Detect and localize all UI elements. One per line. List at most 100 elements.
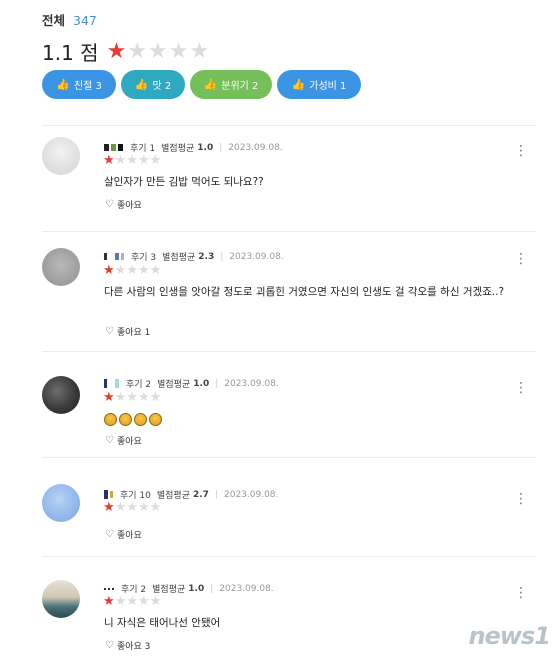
total-label: 전체 (42, 13, 66, 28)
total-count[interactable]: 347 (73, 13, 97, 28)
review-stars: ★ ★ ★ ★ ★ (103, 501, 161, 514)
star-icon: ★ (126, 390, 138, 405)
average-value: 1.0 (188, 583, 205, 594)
nickname-blurred[interactable] (104, 144, 123, 151)
star-icon: ★ (127, 38, 148, 64)
avatar[interactable] (42, 137, 80, 175)
thumbs-up-icon: 👍 (291, 78, 306, 91)
like-label: 좋아요 3 (116, 642, 151, 652)
review-item: 후기 10 별점평균 2.7 | 2023.09.08. ★ ★ ★ ★ ★ ♡ 좋아요… (42, 457, 536, 556)
star-icon: ★ (126, 263, 138, 278)
chip-atmosphere[interactable]: 👍 분위기 2 (190, 70, 272, 99)
chip-taste[interactable]: 👍 맛 2 (121, 70, 185, 99)
divider: | (210, 583, 214, 594)
review-date: 2023.09.08. (228, 142, 283, 153)
like-button[interactable]: ♡ 좋아요 (105, 434, 142, 447)
more-options-icon[interactable]: ⋮ (514, 144, 528, 158)
heart-icon: ♡ (105, 199, 114, 210)
star-icon: ★ (114, 153, 127, 168)
divider: | (220, 251, 224, 262)
star-icon: ★ (126, 153, 138, 168)
avatar[interactable] (42, 376, 80, 414)
divider: | (219, 142, 223, 153)
review-count: 후기 2 (126, 380, 152, 390)
star-icon: ★ (137, 594, 150, 609)
average-value: 1.0 (193, 378, 210, 389)
chip-label: 맛 2 (152, 81, 172, 92)
like-label: 좋아요 (116, 437, 142, 447)
heart-icon: ♡ (105, 326, 114, 337)
star-icon: ★ (103, 263, 115, 278)
nickname-blurred[interactable] (104, 379, 119, 388)
total-row: 전체 347 (42, 10, 209, 29)
average-value: 2.3 (198, 251, 215, 262)
review-stars: ★ ★ ★ ★ ★ (103, 595, 161, 608)
keyword-chips: 👍 친절 3 👍 맛 2 👍 분위기 2 👍 가성비 1 (42, 70, 361, 99)
divider: | (215, 378, 219, 389)
star-icon: ★ (137, 500, 150, 515)
rating-summary: 전체 347 1.1 점 ★ ★ ★ ★ ★ (42, 10, 209, 66)
thumbs-up-icon: 👍 (134, 78, 149, 91)
star-icon: ★ (126, 500, 138, 515)
average-score: 1.1 점 (42, 41, 99, 65)
star-icon: ★ (114, 263, 127, 278)
nickname-blurred[interactable] (104, 253, 124, 260)
more-options-icon[interactable]: ⋮ (514, 252, 528, 266)
like-label: 좋아요 (116, 201, 142, 211)
divider: | (214, 489, 218, 500)
news-watermark: news1 (468, 622, 551, 650)
review-meta: 후기 2 별점평균 1.0 | 2023.09.08. (104, 377, 279, 390)
star-icon: ★ (137, 390, 150, 405)
star-icon: ★ (149, 263, 162, 278)
review-count: 후기 3 (131, 253, 157, 263)
review-item: 후기 1 별점평균 1.0 | 2023.09.08. ★ ★ ★ ★ ★ 살인자가 만… (42, 125, 536, 231)
nickname-blurred[interactable] (104, 490, 113, 499)
star-icon: ★ (149, 594, 162, 609)
nickname-blurred[interactable] (104, 587, 114, 590)
chip-value[interactable]: 👍 가성비 1 (277, 70, 361, 99)
avatar[interactable] (42, 484, 80, 522)
more-options-icon[interactable]: ⋮ (514, 381, 528, 395)
more-options-icon[interactable]: ⋮ (514, 586, 528, 600)
average-value: 2.7 (193, 489, 209, 500)
more-options-icon[interactable]: ⋮ (514, 492, 528, 506)
like-button[interactable]: ♡ 좋아요 (105, 528, 142, 541)
star-icon: ★ (126, 594, 138, 609)
crying-face-icon (134, 413, 147, 426)
review-emoji-text (104, 413, 534, 426)
average-label: 별점평균 (156, 491, 190, 501)
star-icon: ★ (114, 594, 127, 609)
review-stars: ★ ★ ★ ★ ★ (103, 154, 161, 167)
thumbs-up-icon: 👍 (56, 78, 70, 91)
star-icon: ★ (149, 390, 162, 405)
review-stars: ★ ★ ★ ★ ★ (103, 391, 161, 404)
star-icon: ★ (168, 38, 189, 64)
review-date: 2023.09.08. (224, 378, 279, 389)
review-date: 2023.09.08. (224, 489, 279, 500)
star-icon: ★ (114, 390, 127, 405)
like-button[interactable]: ♡ 좋아요 (105, 198, 142, 211)
heart-icon: ♡ (105, 435, 114, 446)
review-stars: ★ ★ ★ ★ ★ (103, 264, 161, 277)
star-icon: ★ (148, 38, 168, 64)
score-row: 1.1 점 ★ ★ ★ ★ ★ (42, 37, 209, 66)
crying-face-icon (119, 413, 132, 426)
average-label: 별점평균 (157, 380, 191, 390)
average-value: 1.0 (197, 142, 214, 153)
star-icon: ★ (114, 500, 127, 515)
crying-face-icon (104, 413, 117, 426)
like-label: 좋아요 1 (116, 328, 151, 338)
review-text: 다른 사람의 인생을 앗아갈 정도로 괴롭힌 거였으면 자신의 인생도 걸 각오… (104, 286, 505, 298)
avatar[interactable] (42, 248, 80, 286)
chip-kindness[interactable]: 👍 친절 3 (42, 70, 116, 99)
like-button[interactable]: ♡ 좋아요 3 (105, 639, 150, 652)
avatar[interactable] (42, 580, 80, 618)
average-stars: ★ ★ ★ ★ ★ (107, 38, 210, 64)
like-button[interactable]: ♡ 좋아요 1 (105, 325, 150, 338)
chip-label: 가성비 1 (309, 81, 347, 92)
chip-label: 분위기 2 (221, 81, 259, 92)
heart-icon: ♡ (105, 529, 114, 540)
review-meta: 후기 3 별점평균 2.3 | 2023.09.08. (104, 250, 284, 263)
review-text: 살인자가 만든 김밥 먹어도 되나요?? (104, 176, 264, 188)
review-date: 2023.09.08. (219, 583, 274, 594)
